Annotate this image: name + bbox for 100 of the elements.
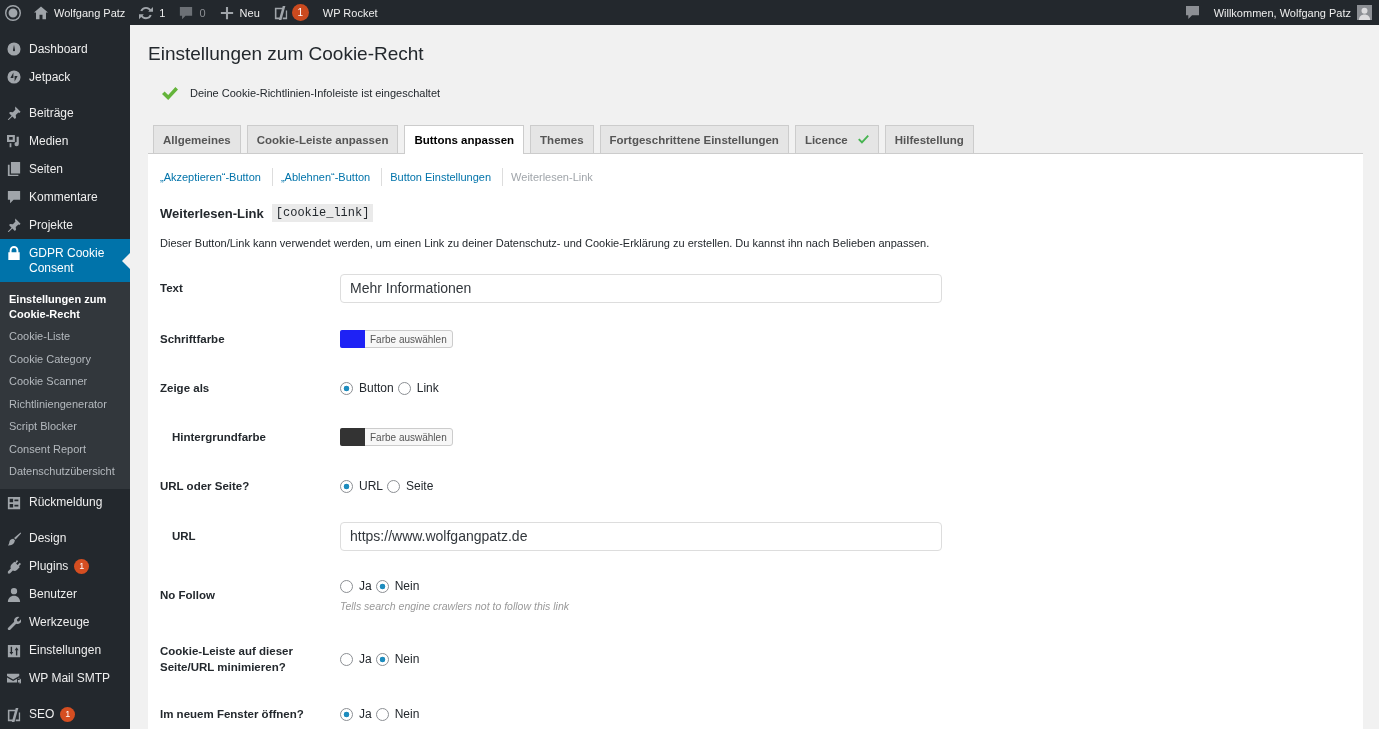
field-label: Cookie-Leiste auf dieser Seite/URL minimieren? xyxy=(160,644,294,675)
field-label: URL xyxy=(172,529,196,544)
lock-icon xyxy=(7,246,21,260)
menu-item[interactable]: GDPR Cookie Consent xyxy=(0,239,130,282)
toolbar-item[interactable]: 1 xyxy=(132,0,173,25)
submenu-item[interactable]: Script Blocker xyxy=(0,415,130,438)
tab[interactable]: Fortgeschrittene Einstellungen xyxy=(599,125,789,153)
field-label: Text xyxy=(160,281,183,296)
user-icon xyxy=(7,587,21,602)
form-icon xyxy=(7,495,21,510)
submenu-item[interactable]: Cookie Category xyxy=(0,347,130,370)
submenu-item[interactable]: Consent Report xyxy=(0,437,130,460)
radio-label[interactable]: Ja xyxy=(359,707,372,721)
radio-label[interactable]: URL xyxy=(359,479,383,493)
radio-button[interactable] xyxy=(340,707,353,721)
account-menu[interactable]: Willkommen, Wolfgang Patz xyxy=(1206,0,1379,25)
radio-button[interactable] xyxy=(397,381,411,395)
field-label: Zeige als xyxy=(160,381,210,396)
menu-item[interactable]: SEO 1 xyxy=(0,700,130,729)
radio-label[interactable]: Ja xyxy=(359,652,372,666)
logo-icon[interactable] xyxy=(5,4,21,21)
submenu-item[interactable]: Einstellungen zum Cookie-Recht xyxy=(0,288,130,325)
menu-item[interactable]: Rückmeldung xyxy=(0,488,130,517)
radio-label[interactable]: Nein xyxy=(394,652,420,666)
toolbar-item[interactable]: 1 xyxy=(266,0,316,25)
count-badge: 1 xyxy=(74,559,90,574)
toolbar-item[interactable]: Neu xyxy=(212,0,267,25)
pushpin-icon xyxy=(7,106,21,120)
tab[interactable]: Buttons anpassen xyxy=(404,125,525,154)
radio-button[interactable] xyxy=(340,652,353,666)
radio-button[interactable] xyxy=(375,579,389,593)
submenu-item[interactable]: Cookie Scanner xyxy=(0,370,130,393)
pushpin-icon xyxy=(7,218,21,232)
tab[interactable]: Licence xyxy=(794,125,879,153)
radio-label[interactable]: Ja xyxy=(359,579,372,593)
menu-item[interactable]: Einstellungen xyxy=(0,636,130,665)
menu-item[interactable]: Jetpack xyxy=(0,63,130,91)
submenu-item[interactable]: Cookie-Liste xyxy=(0,325,130,348)
tab[interactable]: Allgemeines xyxy=(153,125,241,153)
tab[interactable]: Themes xyxy=(530,125,594,153)
subtab-link[interactable]: Button Einstellungen xyxy=(390,171,492,183)
radio-button[interactable] xyxy=(375,707,389,721)
menu-item[interactable]: Werkzeuge xyxy=(0,608,130,637)
speech-bubble-icon[interactable] xyxy=(1185,6,1199,19)
submenu-item[interactable]: Richtliniengenerator xyxy=(0,392,130,415)
toolbar-item[interactable]: WP Rocket xyxy=(315,0,385,25)
radio-button[interactable] xyxy=(340,479,353,493)
menu-item[interactable]: Benutzer xyxy=(0,580,130,609)
field-label: Schriftfarbe xyxy=(160,332,225,347)
count-badge: 1 xyxy=(60,707,76,722)
menu-item[interactable]: Design xyxy=(0,524,130,553)
menu-item[interactable]: Seiten xyxy=(0,155,130,183)
radio-label[interactable]: Nein xyxy=(394,579,420,593)
toolbar-item[interactable]: 0 xyxy=(172,0,213,25)
subtab-link[interactable]: „Akzeptieren“-Button xyxy=(160,171,261,183)
radio-label[interactable]: Nein xyxy=(394,707,420,721)
field-hint: Tells search engine crawlers not to follow this link xyxy=(340,599,570,613)
gauge-icon xyxy=(7,42,21,56)
count-badge: 1 xyxy=(291,4,309,21)
media-icon xyxy=(7,134,21,148)
menu-item[interactable]: Kommentare xyxy=(0,183,130,211)
radio-label[interactable]: Button xyxy=(359,381,394,395)
text-input[interactable]: Mehr Informationen xyxy=(340,273,942,303)
color-picker-button[interactable]: Farbe auswählen xyxy=(340,330,453,348)
section-title: Weiterlesen-Link xyxy=(160,205,264,221)
paintbrush-icon xyxy=(7,531,21,546)
field-label: URL oder Seite? xyxy=(160,479,250,494)
home-icon xyxy=(34,5,48,20)
shortcode-label: [cookie_link] xyxy=(271,204,374,222)
radio-label[interactable]: Link xyxy=(416,381,439,395)
avatar-icon xyxy=(1357,5,1372,20)
menu-item[interactable]: Projekte xyxy=(0,211,130,239)
plug-icon xyxy=(7,559,21,574)
menu-item[interactable]: Dashboard xyxy=(0,35,130,63)
check-icon xyxy=(162,86,178,100)
radio-button[interactable] xyxy=(340,579,353,593)
radio-button[interactable] xyxy=(375,652,389,666)
menu-item[interactable]: Medien xyxy=(0,127,130,155)
logo-icon xyxy=(7,707,21,722)
color-picker-button[interactable]: Farbe auswählen xyxy=(340,428,453,446)
radio-label[interactable]: Seite xyxy=(406,479,434,493)
refresh-icon xyxy=(139,5,154,20)
notice-text: Deine Cookie-Richtlinien-Infoleiste ist eingeschaltet xyxy=(190,87,441,99)
radio-button[interactable] xyxy=(387,479,400,493)
subtab-link[interactable]: „Ablehnen“-Button xyxy=(280,171,371,183)
toolbar-item[interactable]: Wolfgang Patz xyxy=(27,0,133,25)
menu-item[interactable]: Beiträge xyxy=(0,99,130,127)
tab[interactable]: Cookie-Leiste anpassen xyxy=(246,125,399,153)
logo-icon xyxy=(273,5,288,20)
menu-item[interactable]: WP Mail SMTP xyxy=(0,664,130,693)
field-label: No Follow xyxy=(160,588,215,603)
page-title: Einstellungen zum Cookie-Recht xyxy=(148,42,424,66)
sort-arrows-icon xyxy=(7,643,21,658)
menu-item[interactable]: Plugins 1 xyxy=(0,552,130,581)
tab[interactable]: Hilfestellung xyxy=(884,125,974,153)
submenu-item[interactable]: Datenschutzübersicht xyxy=(0,460,130,483)
text-input[interactable]: https://www.wolfgangpatz.de xyxy=(340,521,942,551)
radio-button[interactable] xyxy=(340,381,353,395)
wrench-icon xyxy=(7,615,21,630)
speech-bubble-icon xyxy=(7,190,21,204)
